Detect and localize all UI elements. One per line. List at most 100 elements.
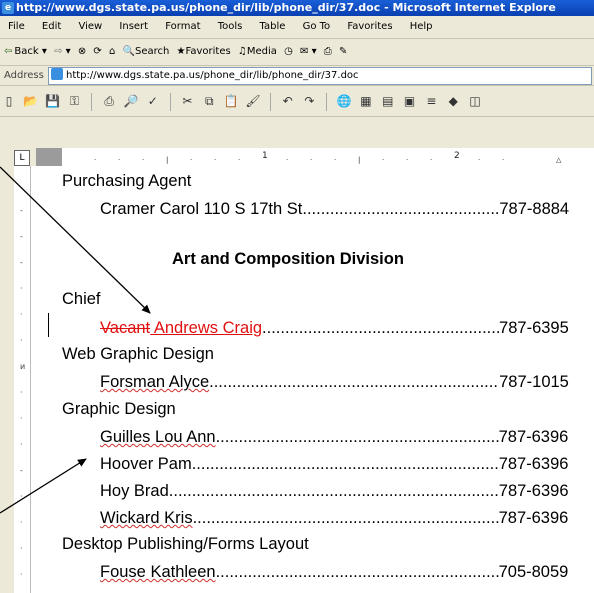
hyperlink-icon[interactable]: 🌐	[335, 86, 353, 116]
list-item: Hoy Brad................................…	[100, 478, 569, 504]
dot-leader: ........................................…	[262, 319, 499, 337]
menu-format[interactable]: Format	[165, 21, 200, 32]
print-icon: ⎙	[323, 46, 332, 57]
entry-name: Cramer Carol 110 S 17th St	[100, 200, 303, 218]
word-toolbar: ▯ 📂 💾 ⚿ ⎙ 🔎 ✓ ✂ ⧉ 📋 🖌 ↶ ↷ 🌐 ▦ ▤ ▣ ≡ ◆ ◫	[0, 86, 594, 117]
back-label: Back	[14, 46, 39, 57]
menu-insert[interactable]: Insert	[119, 21, 148, 32]
document-page[interactable]: Purchasing Agent Cramer Carol 110 S 17th…	[31, 166, 594, 593]
ruler-tick: -	[20, 232, 23, 241]
list-item: Guilles Lou Ann.........................…	[100, 424, 568, 450]
drawing-icon[interactable]: ◆	[444, 86, 462, 116]
right-indent-marker[interactable]: △	[556, 156, 561, 164]
favorites-button[interactable]: ★Favorites	[177, 39, 231, 65]
columns-icon[interactable]: ≡	[422, 86, 440, 116]
ruler-tick: ·	[310, 156, 313, 164]
save-icon[interactable]: 💾	[44, 86, 62, 116]
format-painter-icon[interactable]: 🖌	[244, 86, 262, 116]
entry-name: Guilles Lou Ann	[100, 428, 216, 446]
dot-leader: ........................................…	[209, 373, 499, 391]
media-label: Media	[246, 46, 277, 57]
stop-button[interactable]: ⊗	[78, 39, 86, 65]
favorites-icon: ★	[176, 46, 186, 57]
ruler-tick: ·	[142, 156, 145, 164]
open-folder-icon[interactable]: 📂	[22, 86, 40, 116]
doc-map-icon[interactable]: ◫	[466, 86, 484, 116]
entry-name: Wickard Kris	[100, 509, 193, 527]
ruler-tick: ·	[20, 492, 23, 501]
mail-icon: ✉	[300, 46, 309, 57]
ruler-tick: ·	[94, 156, 97, 164]
entry-phone: 787-1015	[499, 373, 569, 391]
edit-button[interactable]: ✎	[339, 39, 347, 65]
title-bar: e http://www.dgs.state.pa.us/phone_dir/li…	[0, 0, 594, 16]
ruler-tick: ·	[382, 156, 385, 164]
graphic-design-title: Graphic Design	[62, 400, 176, 418]
paste-icon[interactable]: 📋	[222, 86, 240, 116]
cut-icon[interactable]: ✂	[178, 86, 196, 116]
back-button[interactable]: ⇦ Back ▾	[4, 39, 47, 65]
ruler-tick: ·	[286, 156, 289, 164]
ruler-tick: -	[20, 466, 23, 475]
history-icon: ◷	[284, 46, 293, 57]
entry-phone: 787-8884	[499, 200, 570, 218]
new-document-icon[interactable]: ▯	[0, 86, 18, 116]
redo-icon[interactable]: ↷	[300, 86, 318, 116]
ruler-tick: ·	[20, 544, 23, 553]
address-input[interactable]: http://www.dgs.state.pa.us/phone_dir/lib…	[48, 67, 592, 85]
menu-favorites[interactable]: Favorites	[347, 21, 392, 32]
home-button[interactable]: ⌂	[109, 39, 115, 65]
menu-goto[interactable]: Go To	[303, 21, 331, 32]
menu-tools[interactable]: Tools	[218, 21, 243, 32]
history-button[interactable]: ◷	[284, 39, 293, 65]
menu-view[interactable]: View	[78, 21, 102, 32]
print-button[interactable]: ⎙	[324, 39, 332, 65]
media-button[interactable]: ♫Media	[238, 39, 277, 65]
entry-name: Hoover Pam	[100, 455, 192, 473]
ruler-tick: |	[358, 156, 361, 164]
copy-icon[interactable]: ⧉	[200, 86, 218, 116]
menu-edit[interactable]: Edit	[42, 21, 61, 32]
insert-excel-icon[interactable]: ▣	[401, 86, 419, 116]
menu-table[interactable]: Table	[260, 21, 286, 32]
dot-leader: ........................................…	[192, 509, 499, 527]
search-button[interactable]: 🔍Search	[123, 39, 170, 65]
ruler-tick: |	[166, 156, 169, 164]
mail-button[interactable]: ✉ ▾	[300, 39, 317, 65]
menu-help[interactable]: Help	[410, 21, 433, 32]
spelling-icon[interactable]: ✓	[144, 86, 162, 116]
entry-phone: 787-6396	[498, 482, 569, 500]
insert-table-icon[interactable]: ▤	[379, 86, 397, 116]
permission-icon[interactable]: ⚿	[65, 86, 83, 116]
ruler-tick: -	[20, 258, 23, 267]
ruler-tick: ·	[20, 440, 23, 449]
ruler-tick: ·	[214, 156, 217, 164]
menu-file[interactable]: File	[8, 21, 25, 32]
page-icon	[51, 68, 63, 80]
tracked-insertion: Andrews Craig	[150, 319, 263, 337]
tracked-deletion: Vacant	[100, 319, 151, 337]
dot-leader: ........................................…	[215, 563, 499, 581]
tables-borders-icon[interactable]: ▦	[357, 86, 375, 116]
desktop-publishing-title: Desktop Publishing/Forms Layout	[62, 535, 309, 553]
text-cursor	[48, 313, 49, 337]
tab-selector[interactable]: L	[14, 150, 30, 166]
print-icon[interactable]: ⎙	[100, 86, 118, 116]
ruler-tick: ·	[190, 156, 193, 164]
toolbar-separator	[326, 92, 328, 111]
forward-button[interactable]: ⇨ ▾	[54, 39, 71, 65]
list-item: Vacant Andrews Craig....................…	[100, 315, 569, 341]
horizontal-ruler[interactable]: · · · | · · · 1 · · · | · · · 2 · · △	[36, 148, 594, 167]
undo-icon[interactable]: ↶	[279, 86, 297, 116]
refresh-button[interactable]: ⟳	[93, 39, 101, 65]
vertical-ruler[interactable]: - - - · · · ᴎ · · · - · · · ·	[14, 166, 31, 593]
ruler-number: 2	[454, 151, 460, 161]
ruler-tick: ·	[20, 414, 23, 423]
address-label: Address	[4, 70, 44, 81]
ruler-tick: ·	[334, 156, 337, 164]
ruler-tick: ·	[238, 156, 241, 164]
ruler-tick: ·	[118, 156, 121, 164]
print-preview-icon[interactable]: 🔎	[122, 86, 140, 116]
back-arrow-icon: ⇦	[4, 46, 13, 57]
toolbar-separator	[269, 92, 271, 111]
